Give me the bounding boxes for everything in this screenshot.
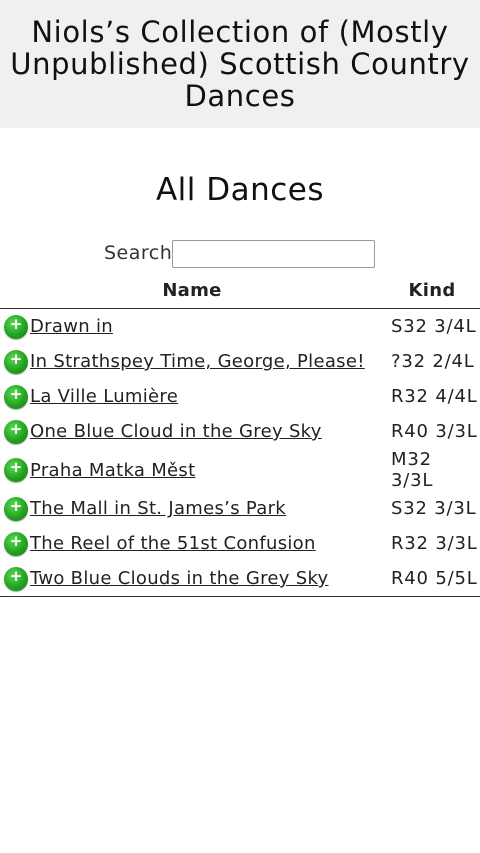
dance-kind: R40 5/5L [384, 561, 480, 597]
dance-kind: R40 3/3L [391, 421, 478, 442]
dance-name-cell: + The Mall in St. James’s Park [0, 491, 384, 526]
dance-link[interactable]: Two Blue Clouds in the Grey Sky [30, 568, 329, 589]
table-row: + In Strathspey Time, George, Please! ?3… [0, 344, 480, 379]
dance-kind: M32 3/3L [391, 449, 434, 491]
table-row: + The Reel of the 51st Confusion R32 3/3… [0, 526, 480, 561]
expand-plus-icon[interactable]: + [4, 349, 28, 374]
expand-plus-icon[interactable]: + [4, 384, 28, 409]
table-row: + La Ville Lumière R32 4/4L [0, 379, 480, 414]
dance-name-cell: + The Reel of the 51st Confusion [0, 526, 384, 561]
dance-link[interactable]: The Reel of the 51st Confusion [30, 533, 316, 554]
table-row: + One Blue Cloud in the Grey Sky R40 3/3… [0, 414, 480, 449]
expand-plus-icon[interactable]: + [4, 531, 28, 556]
search-label: Search: [104, 242, 180, 264]
table-row: + The Mall in St. James’s Park S32 3/3L [0, 491, 480, 526]
column-header-name[interactable]: Name [0, 272, 384, 309]
dance-name-cell: + Praha Matka Měst [0, 449, 384, 491]
dance-kind: R32 4/4L [391, 386, 478, 407]
search-input[interactable] [172, 240, 375, 268]
dance-name-cell: + Two Blue Clouds in the Grey Sky [0, 561, 384, 597]
table-row: + Two Blue Clouds in the Grey Sky R40 5/… [0, 561, 480, 597]
page-title: All Dances [155, 172, 325, 208]
expand-plus-icon[interactable]: + [4, 314, 28, 339]
table-row: + Praha Matka Měst M32 3/3L [0, 449, 480, 491]
dance-link[interactable]: Praha Matka Měst [30, 460, 195, 481]
site-header: Niols’s Collection of (Mostly Unpublishe… [0, 0, 480, 128]
table-header-row: Name Kind [0, 272, 480, 309]
table-row: + Drawn in S32 3/4L [0, 309, 480, 345]
dance-link[interactable]: La Ville Lumière [30, 386, 178, 407]
column-header-kind[interactable]: Kind [384, 272, 480, 309]
dance-link[interactable]: In Strathspey Time, George, Please! [30, 351, 365, 372]
dance-kind: ?32 2/4L [391, 351, 475, 372]
dance-kind: S32 3/3L [391, 498, 477, 519]
expand-plus-icon[interactable]: + [4, 458, 28, 482]
dance-name-cell: + La Ville Lumière [0, 379, 384, 414]
dance-name-cell: + One Blue Cloud in the Grey Sky [0, 414, 384, 449]
dances-table: Name Kind + Drawn in S32 3/4L + In Strat… [0, 272, 480, 597]
dance-link[interactable]: Drawn in [30, 316, 113, 337]
dance-kind: R32 3/3L [391, 533, 478, 554]
expand-plus-icon[interactable]: + [4, 419, 28, 444]
dance-link[interactable]: The Mall in St. James’s Park [30, 498, 286, 519]
search-bar: Search: [0, 240, 480, 268]
dance-name-cell: + Drawn in [0, 309, 384, 345]
expand-plus-icon[interactable]: + [4, 496, 28, 521]
expand-plus-icon[interactable]: + [4, 566, 28, 591]
dance-kind: S32 3/4L [391, 316, 477, 337]
dance-name-cell: + In Strathspey Time, George, Please! [0, 344, 384, 379]
site-title: Niols’s Collection of (Mostly Unpublishe… [10, 15, 470, 113]
dance-link[interactable]: One Blue Cloud in the Grey Sky [30, 421, 322, 442]
